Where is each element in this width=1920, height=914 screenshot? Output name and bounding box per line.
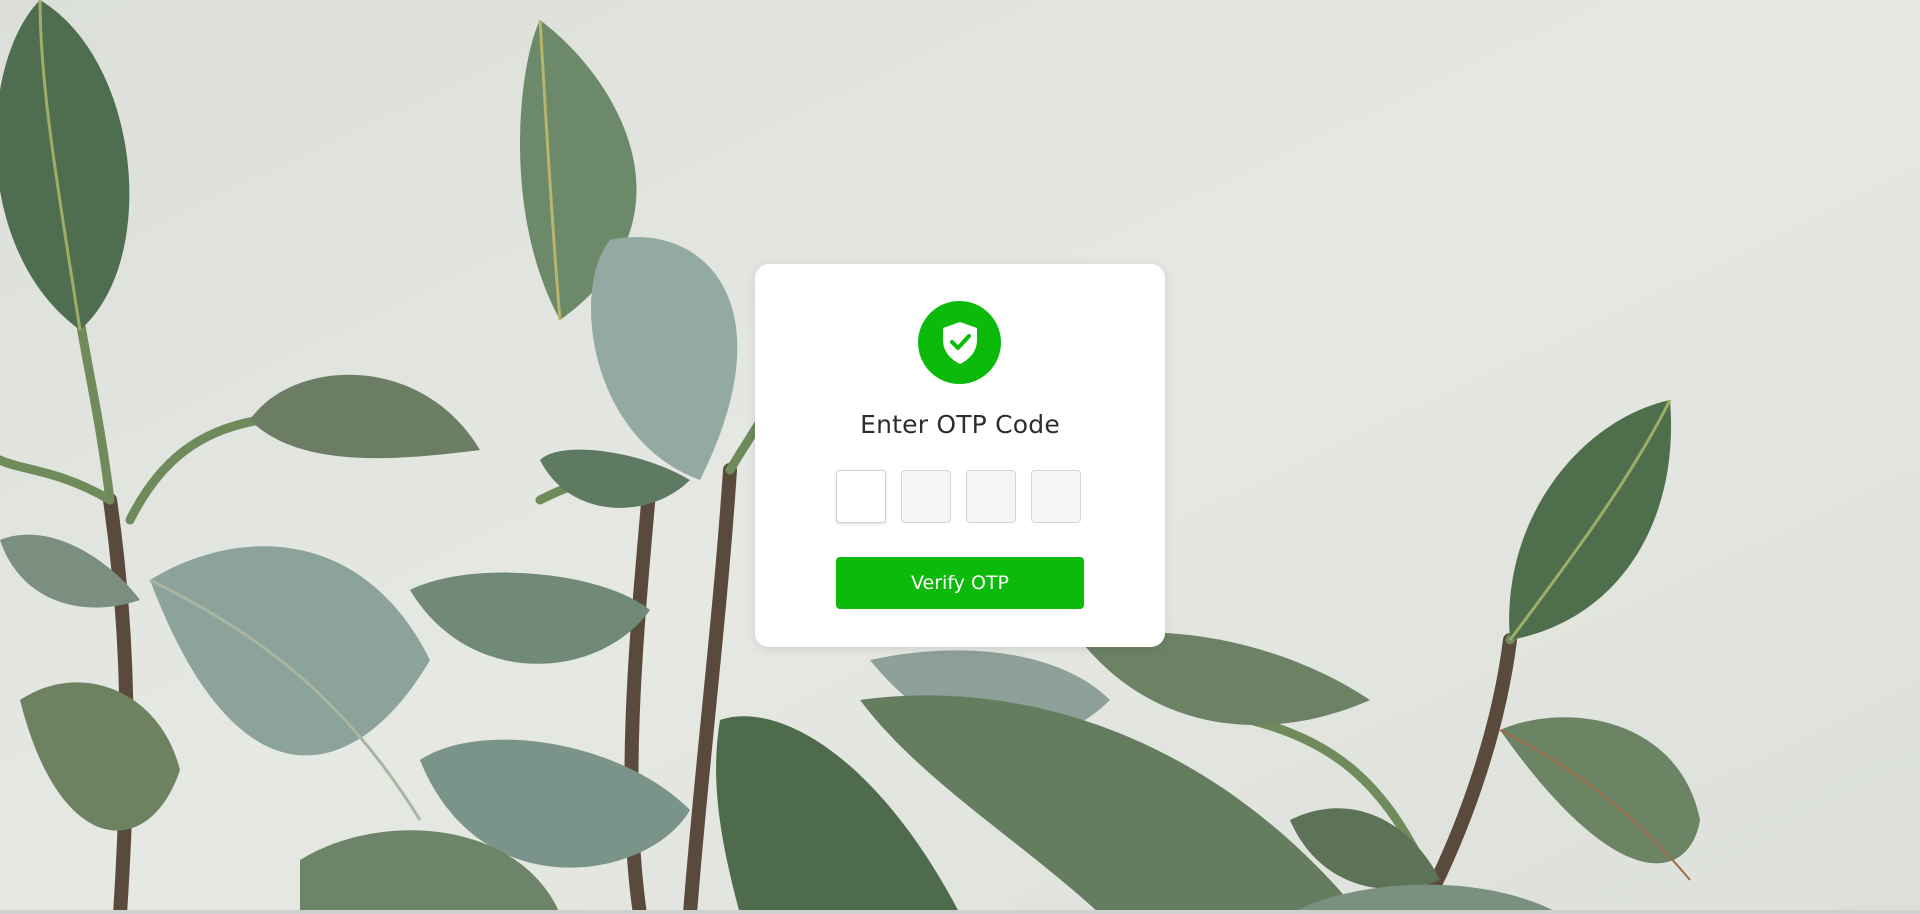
shield-check-icon	[942, 321, 977, 364]
bottom-strip	[0, 910, 1920, 914]
otp-digit-2[interactable]	[901, 470, 951, 523]
otp-digit-3[interactable]	[966, 470, 1016, 523]
otp-title: Enter OTP Code	[860, 410, 1060, 439]
otp-digit-1[interactable]	[836, 470, 886, 523]
shield-badge	[918, 301, 1001, 384]
otp-card: Enter OTP Code Verify OTP	[755, 264, 1165, 647]
verify-otp-button[interactable]: Verify OTP	[836, 557, 1084, 609]
otp-digit-4[interactable]	[1031, 470, 1081, 523]
